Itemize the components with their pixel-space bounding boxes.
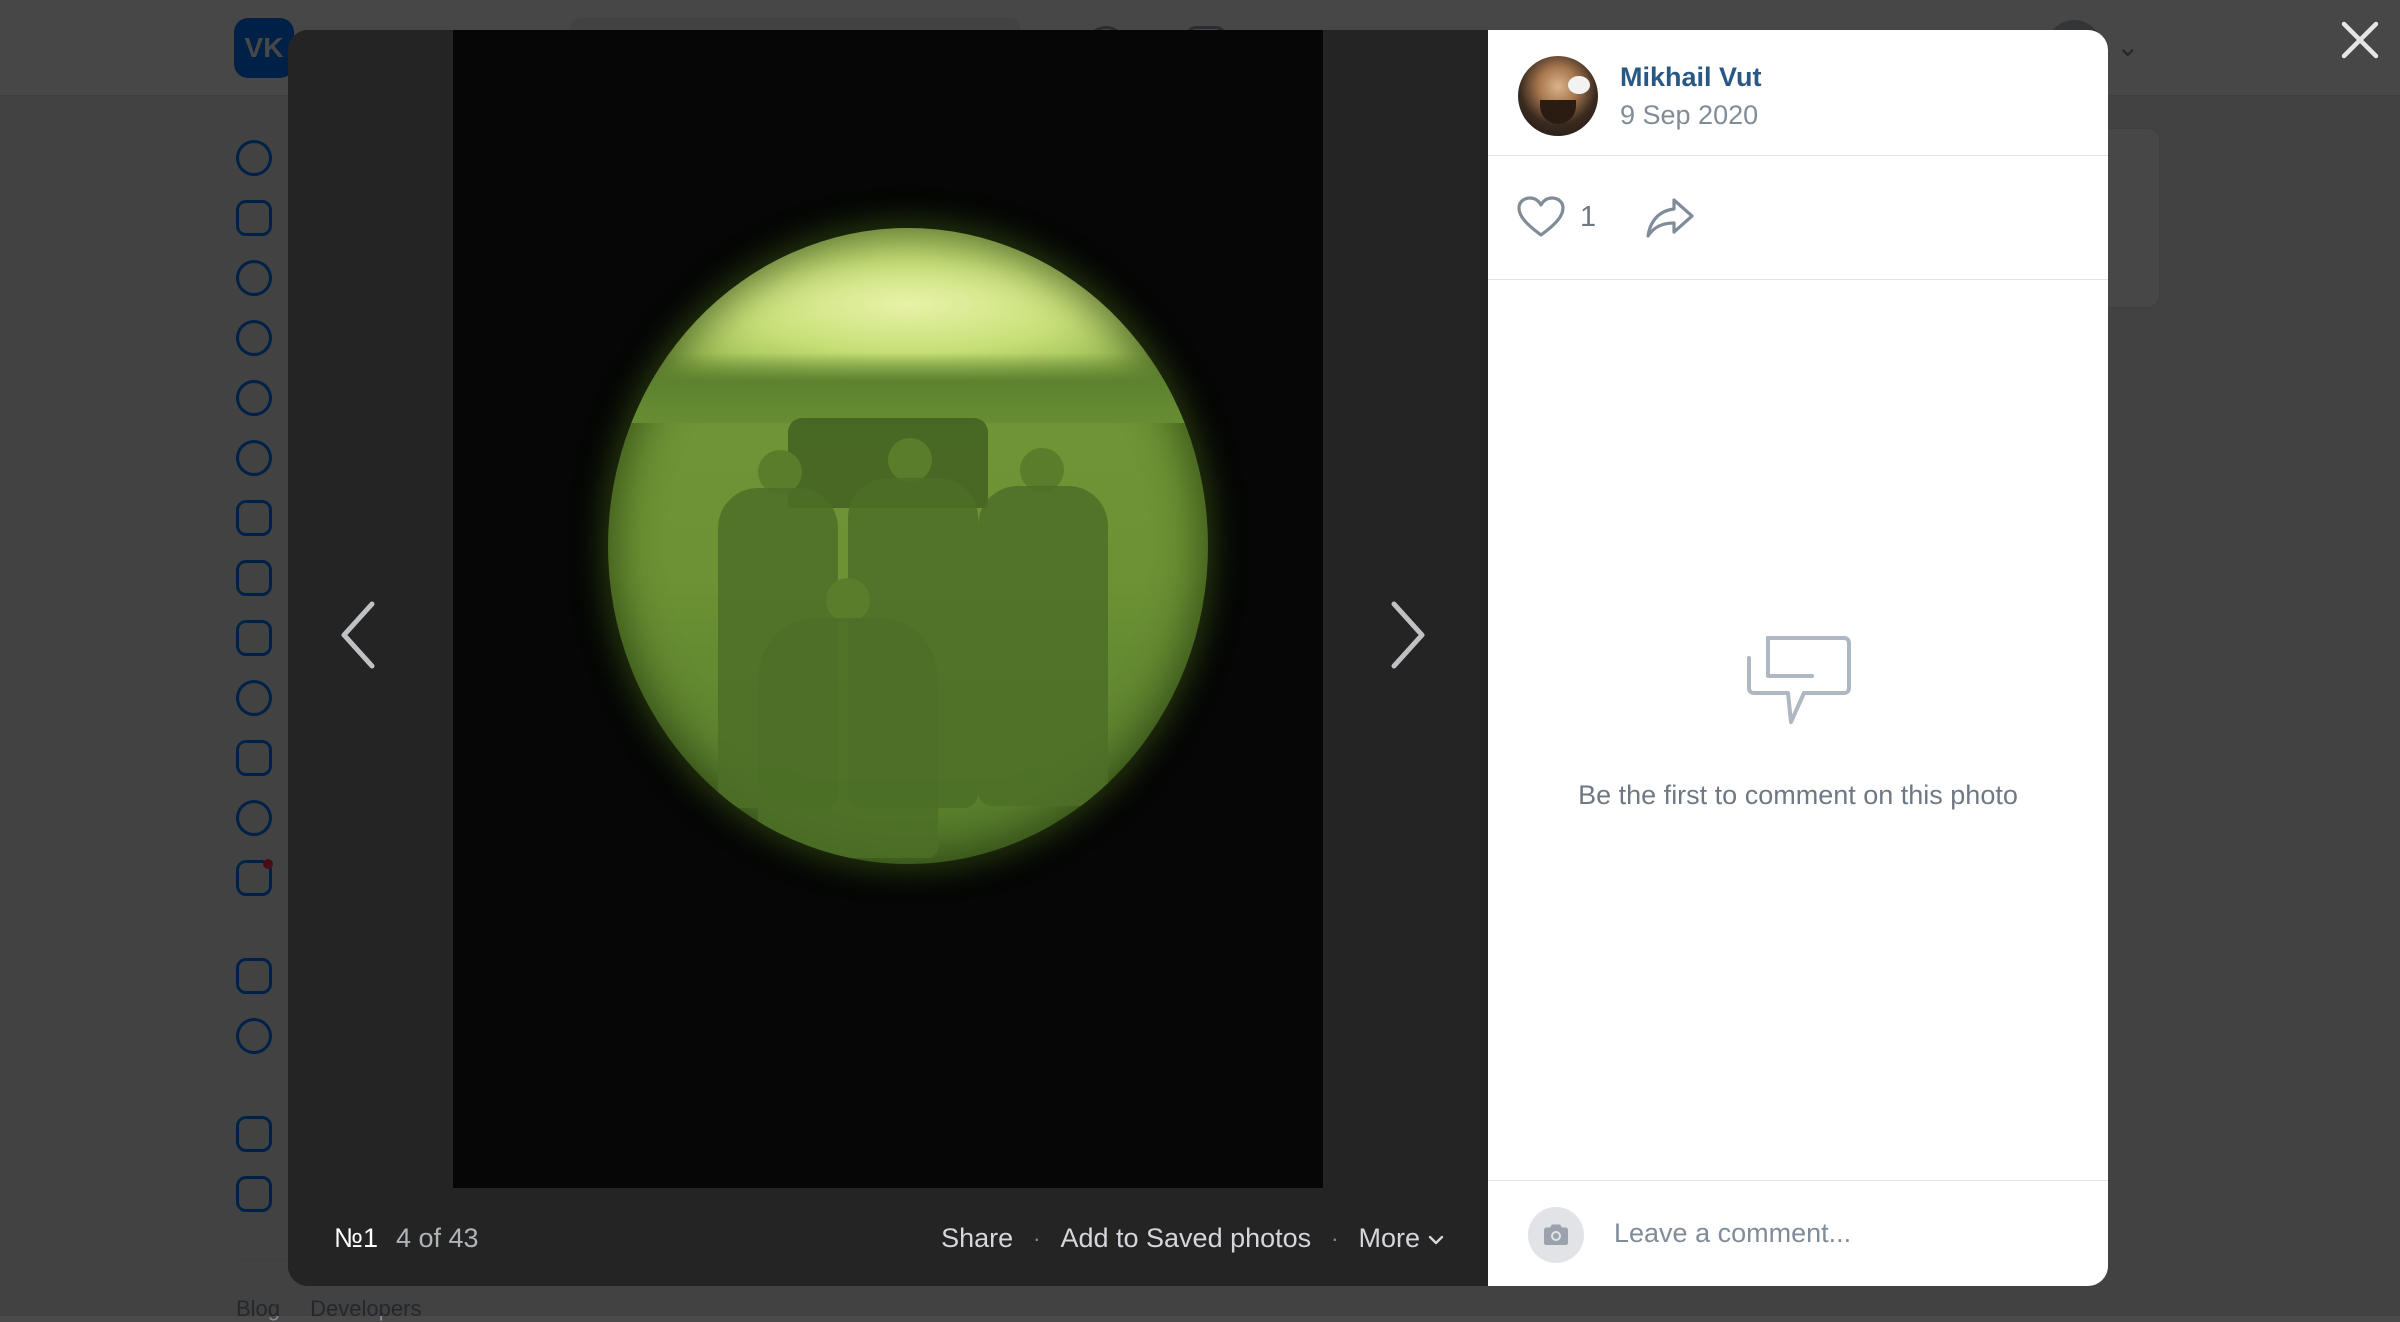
photo-viewer: №1 4 of 43 Share · Add to Saved photos ·…	[288, 30, 2108, 1286]
close-button[interactable]	[2334, 14, 2386, 66]
photo[interactable]	[453, 30, 1323, 1188]
avatar-detail	[1540, 100, 1576, 124]
attach-photo-button[interactable]	[1528, 1207, 1584, 1263]
night-vision-scene	[608, 228, 1208, 864]
post-date[interactable]: 9 Sep 2020	[1620, 100, 1758, 131]
next-photo-button[interactable]	[1378, 575, 1438, 695]
photo-area: №1 4 of 43 Share · Add to Saved photos ·…	[288, 30, 1488, 1286]
separator-dot: ·	[1331, 1225, 1339, 1251]
like-button[interactable]: 1	[1516, 192, 1596, 242]
photo-footer: №1 4 of 43 Share · Add to Saved photos ·…	[288, 1215, 1488, 1265]
chevron-down-icon	[1428, 1235, 1444, 1245]
author-avatar[interactable]	[1518, 56, 1598, 136]
reactions-bar: 1	[1488, 156, 2108, 280]
close-icon	[2341, 21, 2379, 59]
share-arrow-icon	[1646, 198, 1694, 238]
photo-actions: Share · Add to Saved photos · More	[941, 1223, 1444, 1254]
chevron-right-icon	[1391, 601, 1425, 669]
add-to-saved-link[interactable]: Add to Saved photos	[1060, 1223, 1311, 1254]
like-count: 1	[1580, 200, 1597, 233]
treeline	[608, 353, 1208, 423]
share-button[interactable]	[1644, 194, 1696, 242]
figure-head	[826, 578, 870, 622]
more-menu-button[interactable]: More	[1358, 1223, 1444, 1254]
more-label: More	[1358, 1223, 1420, 1253]
author-block: Mikhail Vut 9 Sep 2020	[1488, 30, 2108, 156]
empty-comments-state: Be the first to comment on this photo	[1488, 630, 2108, 811]
comment-composer	[1488, 1180, 2108, 1286]
comment-input[interactable]	[1612, 1205, 2072, 1261]
photo-counter: 4 of 43	[396, 1223, 479, 1253]
share-link[interactable]: Share	[941, 1223, 1013, 1254]
figure	[978, 486, 1108, 806]
figure	[758, 618, 938, 858]
comments-icon	[1747, 636, 1851, 724]
photo-side-panel: Mikhail Vut 9 Sep 2020 1 Be the first to	[1488, 30, 2108, 1286]
figure-head	[888, 438, 932, 482]
chevron-left-icon	[341, 601, 375, 669]
avatar-detail	[1568, 76, 1590, 94]
camera-icon	[1544, 1224, 1568, 1245]
photo-number: №1	[334, 1223, 378, 1253]
empty-comments-text: Be the first to comment on this photo	[1578, 780, 2018, 810]
separator-dot: ·	[1033, 1225, 1041, 1251]
author-name-link[interactable]: Mikhail Vut	[1620, 62, 1762, 93]
previous-photo-button[interactable]	[328, 575, 388, 695]
heart-icon	[1517, 196, 1565, 237]
